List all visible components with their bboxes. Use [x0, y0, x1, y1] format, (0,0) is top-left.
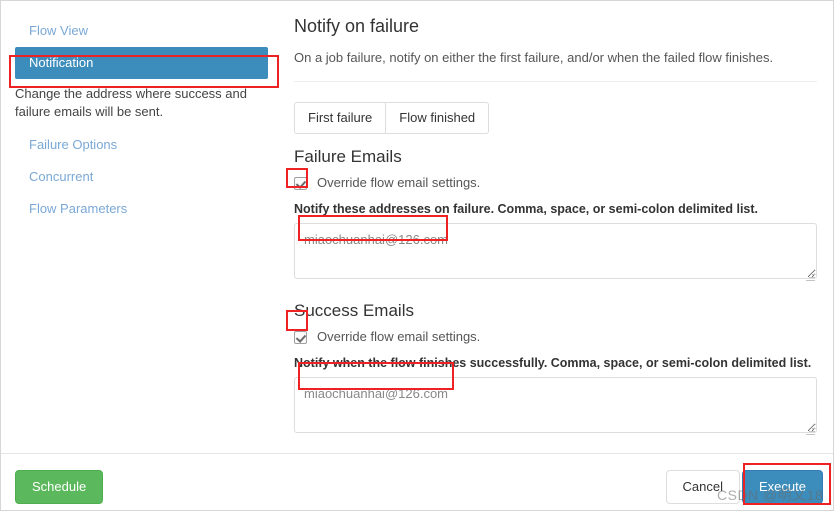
failure-emails-wrap [294, 223, 817, 284]
dialog-body: Flow View Notification Change the addres… [1, 1, 833, 453]
failure-emails-heading: Failure Emails [294, 147, 402, 166]
success-override-row[interactable]: Override flow email settings. [294, 329, 817, 345]
success-emails-wrap [294, 377, 817, 438]
cancel-button[interactable]: Cancel [665, 470, 740, 504]
schedule-button[interactable]: Schedule [15, 470, 104, 504]
sidebar-item-concurrent[interactable]: Concurrent [1, 161, 286, 193]
toggle-first-failure[interactable]: First failure [294, 102, 387, 134]
success-override-label: Override flow email settings. [317, 329, 481, 344]
failure-emails-textarea[interactable] [294, 223, 817, 279]
success-emails-textarea[interactable] [294, 377, 817, 433]
sidebar-item-failure-options[interactable]: Failure Options [1, 129, 286, 161]
page-subtitle: On a job failure, notify on either the f… [294, 50, 774, 65]
dialog-footer: Schedule Cancel Execute [1, 453, 833, 510]
page-title: Notify on failure [294, 16, 420, 36]
sidebar-item-flow-view[interactable]: Flow View [1, 15, 286, 47]
failure-override-label: Override flow email settings. [317, 175, 481, 190]
execute-button[interactable]: Execute [742, 470, 823, 504]
success-emails-field-label: Notify when the flow finishes successful… [294, 356, 812, 370]
notification-panel: Notify on failure On a job failure, noti… [286, 1, 833, 453]
sidebar-active-wrap: Notification [1, 47, 286, 79]
sidebar-item-flow-parameters[interactable]: Flow Parameters [1, 193, 286, 225]
failure-emails-field-label: Notify these addresses on failure. Comma… [294, 202, 759, 216]
failure-override-checkbox[interactable] [294, 176, 307, 190]
notify-trigger-toggle-group: First failure Flow finished [294, 102, 490, 134]
content-divider [294, 81, 817, 82]
azkaban-execute-flow-dialog: Flow View Notification Change the addres… [0, 0, 834, 511]
sidebar-item-notification[interactable]: Notification [15, 47, 268, 79]
sidebar-active-description: Change the address where success and fai… [15, 86, 247, 119]
settings-sidebar: Flow View Notification Change the addres… [1, 1, 286, 453]
success-emails-heading: Success Emails [294, 301, 414, 320]
failure-override-row[interactable]: Override flow email settings. [294, 175, 817, 191]
toggle-flow-finished[interactable]: Flow finished [386, 102, 490, 134]
success-override-checkbox[interactable] [294, 330, 307, 344]
